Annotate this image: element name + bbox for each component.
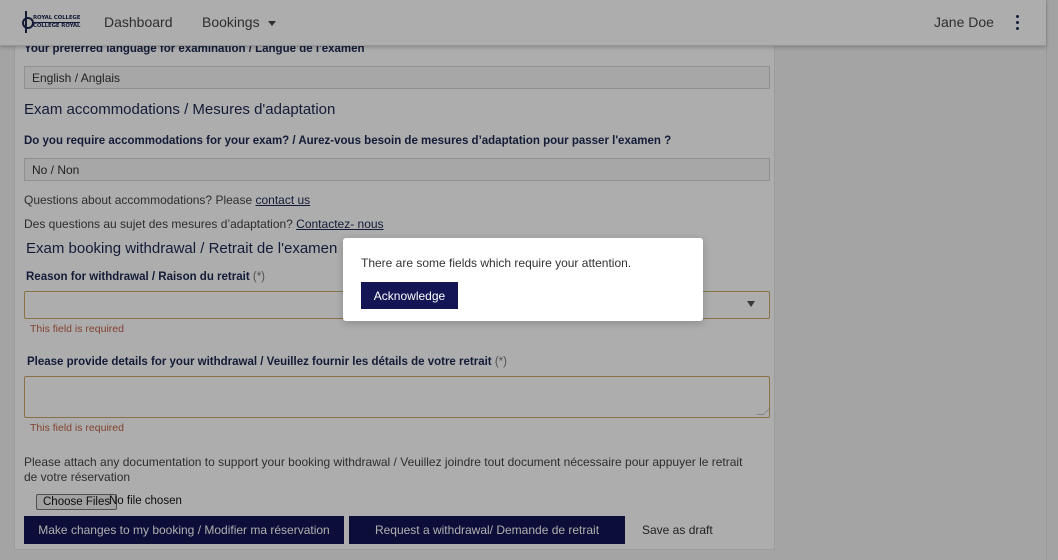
attention-dialog: There are some fields which require your…	[343, 238, 703, 321]
dialog-message: There are some fields which require your…	[361, 256, 632, 270]
acknowledge-button[interactable]: Acknowledge	[361, 282, 458, 309]
